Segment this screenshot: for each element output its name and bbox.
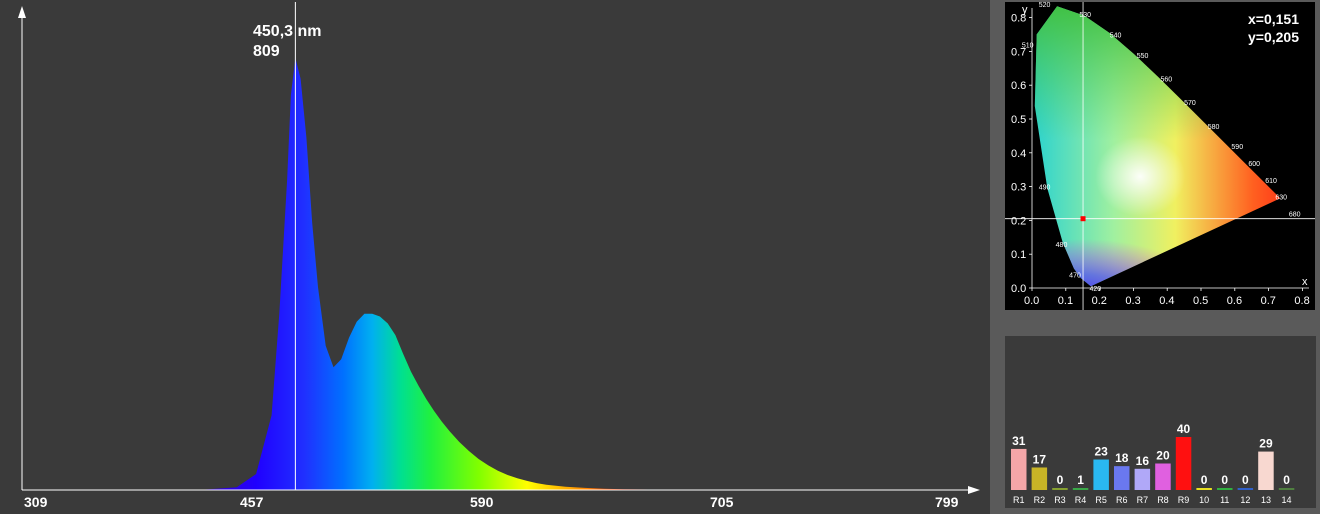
cri-value-label: 0 [1283,473,1290,487]
cri-index-label: R3 [1054,495,1066,505]
cri-index-label: 13 [1261,495,1271,505]
cri-bar [1175,437,1192,490]
cri-bar [1196,488,1212,490]
spectrum-chart: 309 457 590 705 799 [18,2,980,510]
cri-value-label: 0 [1221,473,1228,487]
cri-bar [1258,451,1274,490]
y-axis-arrow [18,6,26,18]
locus-label: 680 [1289,212,1301,219]
cie-x-axis-label: x [1302,276,1308,288]
cri-index-label: 14 [1282,495,1292,505]
cri-index-label: 12 [1240,495,1250,505]
cri-index-label: R6 [1116,495,1128,505]
cri-index-label: R9 [1178,495,1190,505]
cri-index-label: R1 [1013,495,1025,505]
cie-y-tick-label: 0.5 [1011,114,1026,126]
cie-x-tick-label: 0.7 [1261,295,1276,307]
cie-diagram: 4204704804905105205305405505605705805906… [1005,2,1315,310]
cri-bar [1217,488,1233,490]
cri-value-label: 0 [1242,473,1249,487]
locus-label: 470 [1069,272,1081,279]
cie-y-tick-label: 0.7 [1011,46,1026,58]
cri-value-label: 16 [1136,454,1150,468]
locus-label: 560 [1160,76,1172,83]
cri-bar [1134,468,1151,490]
cie-x-tick-label: 0.8 [1294,295,1309,307]
cie-x-tick-label: 0.2 [1092,295,1107,307]
cri-index-label: R2 [1034,495,1046,505]
cie-x-tick-label: 0.6 [1227,295,1242,307]
cri-bar [1031,467,1048,490]
locus-label: 530 [1079,12,1091,19]
locus-label: 550 [1137,53,1149,60]
peak-value: 809 [253,43,280,60]
cie-y-tick-label: 0.2 [1011,215,1026,227]
locus-label: 540 [1110,33,1122,40]
x-tick-label: 799 [935,494,959,510]
x-tick-label: 705 [710,494,734,510]
cri-value-label: 0 [1201,473,1208,487]
cie-y-tick-label: 0.4 [1011,148,1026,160]
cri-value-label: 29 [1259,437,1273,451]
locus-label: 580 [1208,124,1220,131]
cie-readout: x=0,151 y=0,205 [1248,10,1299,46]
cri-index-label: 11 [1220,495,1229,505]
x-tick-label: 590 [470,494,494,510]
cie-x-readout: x=0,151 [1248,11,1299,27]
cie-diagram-panel: 420 470 480 490 510 520 530 540 550 560 570 580 590 6… [1005,2,1315,310]
cie-y-tick-label: 0.3 [1011,182,1026,194]
cri-bar [1114,466,1130,490]
cie-x-tick-label: 0.1 [1058,295,1073,307]
cie-x-tick-label: 0.4 [1159,295,1174,307]
locus-label: 480 [1056,242,1068,249]
cri-bar [1155,463,1171,490]
locus-label: 610 [1265,178,1277,185]
cri-value-label: 0 [1057,473,1064,487]
cri-bar [1237,488,1254,490]
cri-panel: 31 R1 17 R2 0 R3 1 R4 23 R5 18 R6 16 R7 20 R8 40 R9 0 10 0 11… [1005,336,1316,508]
x-tick-label: 457 [240,494,264,510]
locus-label: 520 [1039,2,1051,9]
spectrum-panel: 309 457 590 705 799 450,3 nm 809 [0,0,990,514]
locus-label: 600 [1248,161,1260,168]
cri-index-label: 10 [1199,495,1209,505]
cie-point [1080,216,1086,222]
cie-x-tick-label: 0.0 [1024,295,1039,307]
locus-label: 630 [1275,195,1287,202]
locus-label: 590 [1231,144,1243,151]
peak-wavelength: 450,3 nm [253,23,322,40]
cie-y-readout: y=0,205 [1248,29,1299,45]
cri-bar [1278,488,1295,490]
cri-bar [1011,448,1027,490]
cri-bar [1052,488,1068,490]
cri-bar [1072,488,1089,490]
x-tick-label: 309 [24,494,48,510]
cri-value-label: 31 [1012,434,1026,448]
cie-x-tick-label: 0.5 [1193,295,1208,307]
peak-readout: 450,3 nm 809 [253,22,321,62]
cri-bar-chart: 31 R1 17 R2 0 R3 1 R4 23 R5 18 R6 16 R7 20 R8 40 R9 0 10 0 11… [1011,422,1295,505]
cri-index-label: R5 [1095,495,1107,505]
x-axis-arrow [968,486,980,494]
cri-value-label: 20 [1156,449,1170,463]
cie-x-tick-label: 0.3 [1125,295,1140,307]
cri-value-label: 40 [1177,422,1191,436]
locus-label: 570 [1184,100,1196,107]
locus-label: 490 [1039,185,1051,192]
spectrum-area [22,58,970,490]
cri-index-label: R8 [1157,495,1169,505]
cie-y-tick-label: 0.0 [1011,283,1026,295]
cri-index-label: R4 [1075,495,1087,505]
cri-value-label: 23 [1094,445,1108,459]
cie-y-axis-label: y [1022,4,1028,16]
cri-value-label: 1 [1077,473,1084,487]
cie-gamut [1034,6,1281,287]
cie-y-tick-label: 0.6 [1011,80,1026,92]
cri-value-label: 17 [1033,452,1047,466]
cri-value-label: 18 [1115,451,1129,465]
cri-index-label: R7 [1137,495,1149,505]
cie-y-tick-label: 0.1 [1011,249,1026,261]
cri-bar [1093,459,1109,490]
